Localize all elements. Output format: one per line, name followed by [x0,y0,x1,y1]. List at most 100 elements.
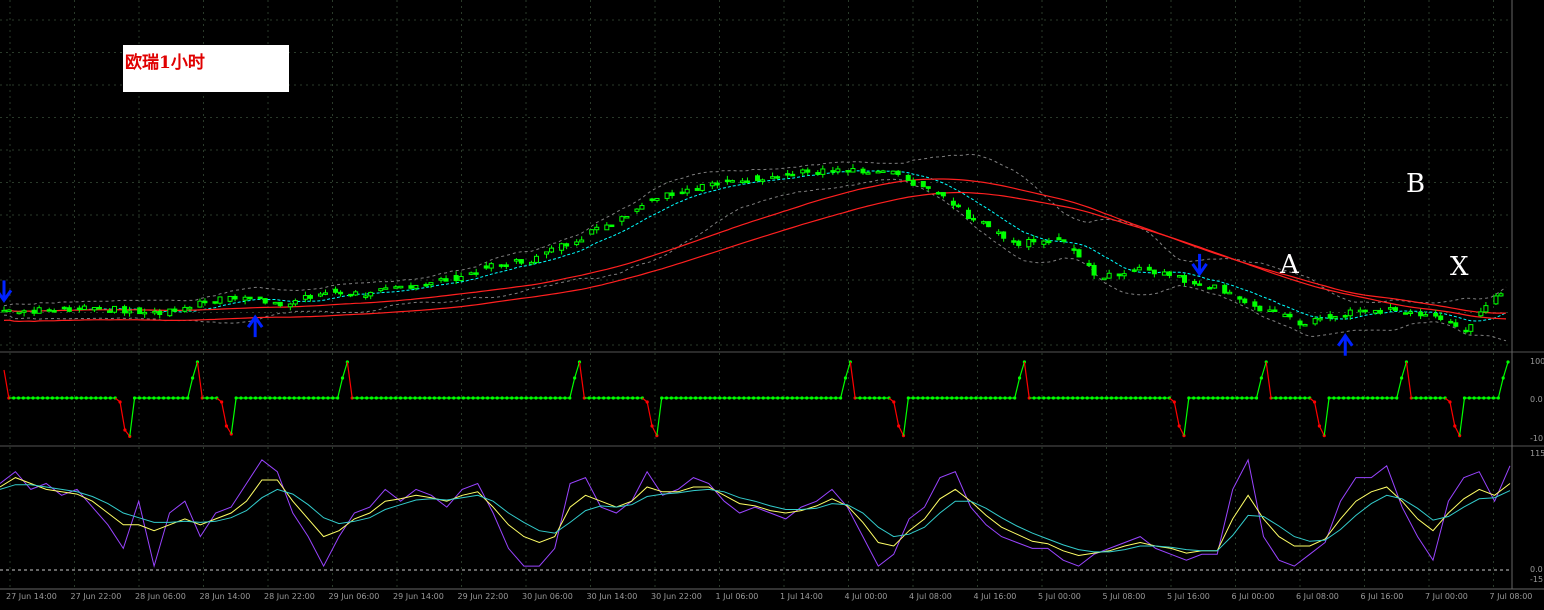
stoch-segment [1265,361,1272,399]
candle-body [333,288,339,293]
candle-body [845,170,851,173]
stoch-y-tick: 100 [1530,357,1544,366]
stoch-segment [341,361,348,379]
candle-body [920,180,926,188]
candle-body [1377,309,1383,314]
stoch-segment [1405,361,1412,399]
candle-body [21,310,27,313]
candle-body [393,286,399,289]
candle-body [51,310,57,313]
candle-body [513,259,519,262]
candle-body [307,295,313,299]
candle-body [1463,329,1469,333]
candle-body [1493,295,1499,305]
candle-body [890,170,896,175]
arrow-up-icon [246,314,264,338]
candle-body [935,192,941,195]
candle-body [544,251,550,255]
candle-body [76,307,82,311]
osc-y-tick: 115 [1530,449,1544,458]
candle-body [634,208,640,212]
stoch-segment [1396,377,1403,399]
candle-body [353,291,359,296]
arrow-down-icon [0,280,13,304]
x-tick-label: 29 Jun 14:00 [393,592,444,601]
stoch-segment [346,361,353,399]
candle-body [1212,284,1218,289]
candle-body [46,309,52,312]
x-tick-label: 30 Jun 22:00 [651,592,702,601]
candle-body [986,221,992,228]
stoch-segment [1178,425,1185,436]
candle-body [1161,271,1167,276]
candle-body [981,221,987,224]
oscillator-line-3 [0,484,1511,553]
candle-body [112,305,118,313]
candle-body [830,170,836,173]
candle-body [1071,248,1077,251]
candle-body [232,295,238,300]
candle-body [905,174,911,181]
candle-body [1101,277,1107,281]
candle-body [1,309,7,313]
candle-body [242,296,248,301]
candle-body [654,197,660,201]
candle-body [1046,240,1052,244]
candle-body [1116,273,1122,277]
candle-body [1091,264,1097,276]
candle-body [1357,309,1363,313]
candle-body [589,229,595,235]
candle-body [724,179,730,183]
candle-body [604,224,610,231]
stochastic-panel [3,360,1510,438]
candle-body [368,291,374,297]
stoch-segment [1454,425,1461,436]
candle-body [1312,318,1318,325]
x-tick-label: 6 Jul 00:00 [1232,592,1275,601]
candle-body [277,301,283,307]
x-tick-label: 4 Jul 00:00 [845,592,888,601]
candle-body [1131,269,1137,272]
candle-body [729,180,735,183]
candle-body [16,311,22,315]
x-tick-label: 28 Jun 14:00 [200,592,251,601]
stoch-segment [1014,377,1021,399]
candle-body [574,241,580,246]
candle-body [1387,307,1393,310]
stoch-segment [196,361,203,399]
x-tick-label: 6 Jul 08:00 [1296,592,1339,601]
candle-body [835,168,841,173]
arrow-up-icon [1337,333,1354,356]
stoch-segment [569,377,576,399]
candle-body [875,170,881,174]
candle-body [850,168,856,173]
x-tick-label: 29 Jun 22:00 [458,592,509,601]
stoch-segment [129,397,136,437]
candle-body [1041,240,1047,245]
candle-body [348,293,354,297]
candle-body [679,191,685,195]
candle-body [458,276,464,282]
candle-body [518,259,524,264]
x-tick-label: 4 Jul 08:00 [909,592,952,601]
stoch-segment [221,401,228,427]
candle-body [684,188,690,194]
candle-body [619,216,625,222]
candle-body [1016,240,1022,246]
candle-body [694,188,700,191]
candle-body [197,300,203,308]
stoch-segment [656,397,663,436]
candle-body [96,306,102,310]
candle-body [378,288,384,292]
stoch-segment [898,425,905,436]
candle-body [805,169,811,173]
candle-body [61,306,67,310]
stoch-segment [1255,377,1262,399]
stoch-segment [1497,377,1504,399]
stoch-segment [646,401,653,427]
candle-body [1252,301,1258,307]
candle-body [1056,237,1062,241]
stoch-segment [1502,361,1509,379]
candle-body [755,175,761,182]
candle-body [1176,275,1182,278]
